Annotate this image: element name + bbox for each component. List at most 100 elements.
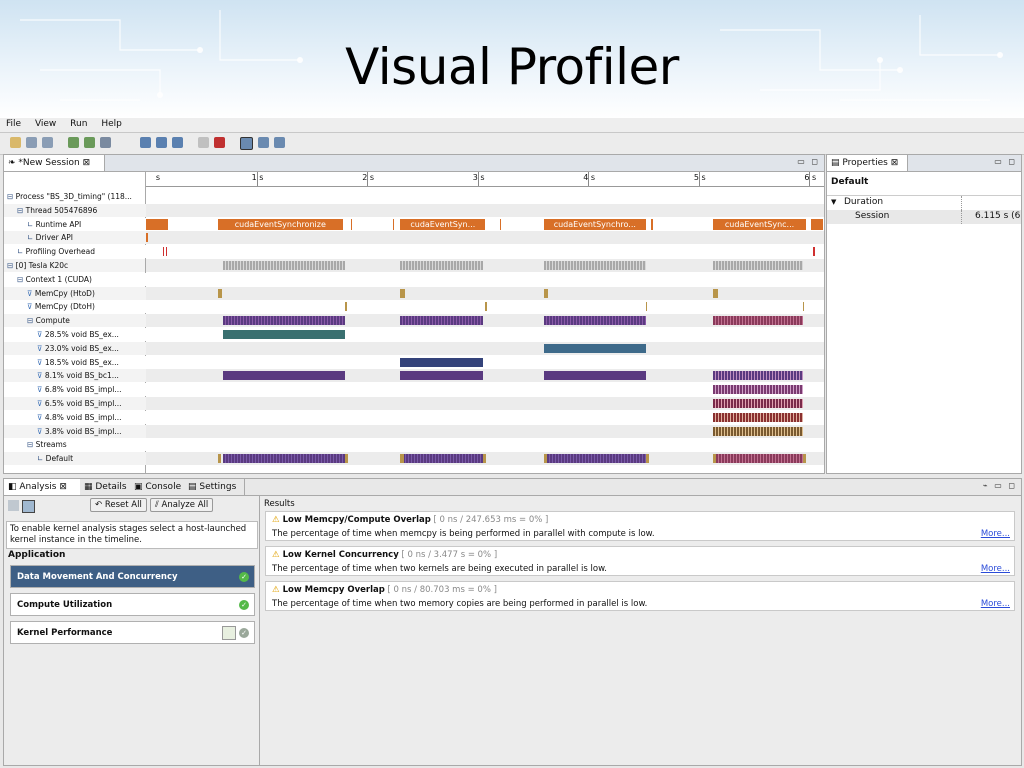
timeline-row[interactable] (146, 259, 824, 272)
tree-row[interactable]: ⊟ [0] Tesla K20c (4, 259, 145, 272)
filter-icon[interactable] (198, 137, 209, 148)
close-icon[interactable]: ⊠ (80, 158, 91, 168)
reset-all-button[interactable]: ↶ Reset All (90, 498, 147, 512)
kernel-bar[interactable] (713, 426, 803, 436)
minimize-maximize-icon[interactable]: ▭ ◻ (994, 157, 1017, 166)
tab-new-session[interactable]: ❧ *New Session ⊠ (4, 155, 105, 171)
tree-row[interactable]: ⊟ Context 1 (CUDA) (4, 272, 155, 286)
device-activity-bar[interactable] (400, 261, 484, 270)
timeline-row[interactable] (146, 410, 824, 424)
zoom-fit-icon[interactable] (172, 137, 183, 148)
timeline-row[interactable]: cudaEventSynchronize cudaEventSyn... cudaE… (146, 217, 824, 231)
timeline-row[interactable] (146, 272, 824, 286)
runtime-api-call[interactable]: cudaEventSynchronize (217, 218, 343, 230)
more-link[interactable]: More... (981, 564, 1010, 574)
tree-row[interactable]: ∟ Runtime API (4, 217, 165, 231)
compute-bar[interactable] (400, 316, 484, 326)
stream-memcpy-bar[interactable] (802, 454, 806, 464)
menu-view[interactable]: View (29, 118, 61, 129)
timeline-row[interactable] (146, 438, 824, 452)
tree-row[interactable]: ⊟ Process "BS_3D_timing" (118... (4, 190, 145, 203)
stream-memcpy-bar[interactable] (713, 454, 717, 464)
close-icon[interactable]: ⊠ (56, 482, 67, 492)
timeline-row[interactable] (146, 190, 824, 203)
runtime-api-tick[interactable] (499, 218, 502, 230)
timeline-row[interactable] (146, 231, 824, 245)
device-activity-bar[interactable] (713, 261, 803, 270)
stream-bar[interactable] (713, 454, 803, 464)
list-view-icon[interactable] (22, 500, 35, 513)
tree-row[interactable]: ∟ Driver API (4, 231, 165, 245)
runtime-api-tick[interactable] (392, 218, 395, 230)
overhead-tick[interactable] (165, 247, 168, 257)
tree-view-icon[interactable] (8, 500, 19, 511)
runtime-api-call[interactable]: cudaEventSync... (713, 218, 806, 230)
memcpy-htod-bar[interactable] (543, 288, 549, 298)
kernel-bar[interactable] (400, 357, 484, 367)
properties-row-session[interactable]: Session 6.115 s (6 (827, 210, 1021, 224)
kernel-bar[interactable] (223, 330, 345, 339)
timeline-row[interactable] (146, 286, 824, 300)
analysis-stage[interactable]: Compute Utilization ✓ (10, 593, 255, 616)
kernel-bar[interactable] (713, 385, 803, 395)
timeline-row[interactable] (146, 424, 824, 438)
driver-api-tick[interactable] (146, 233, 148, 243)
tree-row[interactable]: ⊽ MemCpy (HtoD) (4, 286, 165, 300)
memcpy-dtoh-bar[interactable] (802, 302, 805, 312)
memcpy-dtoh-bar[interactable] (645, 302, 648, 312)
kernel-bar[interactable] (713, 412, 803, 422)
menu-help[interactable]: Help (95, 118, 127, 129)
properties-group[interactable]: ▼ Duration (827, 195, 1021, 210)
tree-row[interactable]: ∟ Profiling Overhead (4, 245, 155, 259)
more-link[interactable]: More... (981, 529, 1010, 539)
close-icon[interactable]: ⊠ (888, 158, 899, 168)
kernel-bar[interactable] (713, 371, 803, 381)
layout-icon-2[interactable] (258, 137, 269, 148)
more-link[interactable]: More... (981, 599, 1010, 609)
tab-properties[interactable]: ▤ Properties ⊠ (827, 155, 908, 171)
analyze-all-button[interactable]: ⫽ Analyze All (150, 498, 214, 512)
stream-memcpy-bar[interactable] (645, 454, 649, 464)
timeline-row[interactable] (146, 300, 824, 314)
memcpy-dtoh-bar[interactable] (485, 302, 488, 312)
tree-row[interactable]: ⊽ MemCpy (DtoH) (4, 300, 165, 314)
save-all-icon[interactable] (42, 137, 53, 148)
device-activity-bar[interactable] (223, 261, 345, 270)
timeline-row[interactable] (146, 203, 824, 217)
tab-settings[interactable]: ▤ Settings (184, 479, 245, 495)
run-analysis-icon[interactable] (222, 626, 236, 640)
runtime-api-tick[interactable] (651, 218, 653, 230)
kernel-bar[interactable] (223, 371, 345, 381)
stream-memcpy-bar[interactable] (543, 454, 548, 464)
new-session-icon[interactable] (10, 137, 21, 148)
export-icon[interactable] (84, 137, 95, 148)
stream-memcpy-bar[interactable] (483, 454, 487, 464)
stream-bar[interactable] (543, 454, 646, 464)
stream-memcpy-bar[interactable] (344, 454, 349, 464)
overhead-tick[interactable] (162, 247, 165, 257)
analysis-stage[interactable]: Kernel Performance ✓ (10, 621, 255, 644)
device-activity-bar[interactable] (543, 261, 646, 270)
timeline-row[interactable] (146, 397, 824, 410)
collapse-icon[interactable]: ⊟ (27, 316, 36, 325)
tab-console[interactable]: ▣ Console (130, 479, 187, 495)
compute-bar[interactable] (543, 316, 646, 326)
stream-memcpy-bar[interactable] (400, 454, 404, 464)
tree-row[interactable]: ⊟ Streams (4, 438, 165, 452)
timeline-row[interactable] (146, 341, 824, 355)
layout-icon-1[interactable] (240, 137, 253, 150)
memcpy-htod-bar[interactable] (217, 288, 223, 298)
tree-row[interactable]: ⊟ Compute (4, 314, 165, 328)
memcpy-htod-bar[interactable] (713, 288, 718, 298)
timeline-row[interactable] (146, 383, 824, 397)
save-icon[interactable] (26, 137, 37, 148)
import-icon[interactable] (68, 137, 79, 148)
kernel-bar[interactable] (400, 371, 484, 381)
stream-bar[interactable] (400, 454, 484, 464)
collapse-icon[interactable]: ⊟ (27, 440, 36, 449)
timeline-row[interactable] (146, 328, 824, 341)
memcpy-htod-bar[interactable] (400, 288, 405, 298)
runtime-api-call[interactable]: cudaEventSyn... (400, 218, 486, 230)
collapse-icon[interactable]: ⊟ (17, 206, 26, 215)
timeline-row[interactable] (146, 245, 824, 259)
